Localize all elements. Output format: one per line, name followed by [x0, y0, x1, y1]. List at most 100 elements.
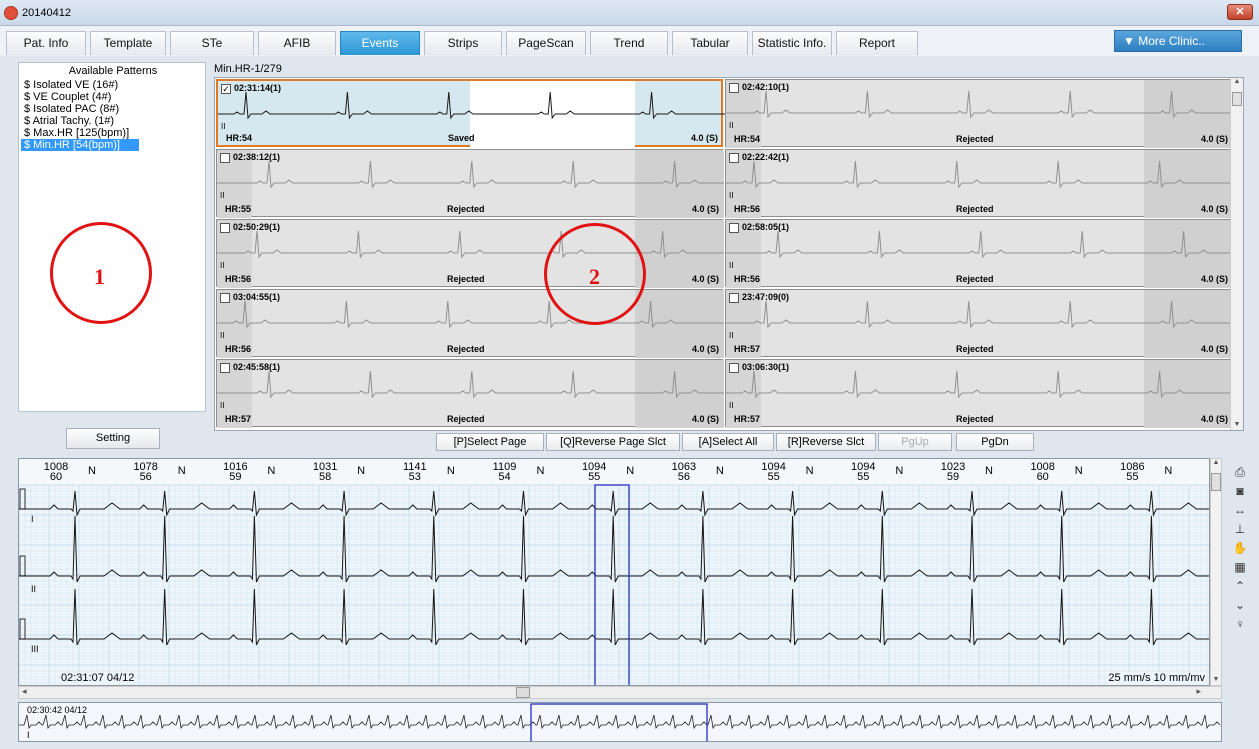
pattern-item[interactable]: $ Min.HR [54(bpm)] — [21, 139, 139, 151]
title-bar: 20140412 ✕ — [0, 0, 1259, 26]
scroll-up-icon[interactable]: ▲ — [1231, 78, 1243, 85]
strip-checkbox[interactable] — [220, 153, 230, 163]
tab-template[interactable]: Template — [90, 31, 166, 55]
strip-checkbox[interactable] — [220, 223, 230, 233]
strip-checkbox[interactable] — [220, 293, 230, 303]
grid-button-q-reverse-page-slct[interactable]: [Q]Reverse Page Slct — [546, 433, 680, 451]
overview-window — [530, 703, 708, 741]
more-clinic-button[interactable]: ▼ More Clinic.. — [1114, 30, 1242, 52]
strip-duration: 4.0 (S) — [691, 414, 719, 424]
tab-pagescan[interactable]: PageScan — [506, 31, 586, 55]
strip-lead-label: II — [220, 191, 225, 200]
beat-type-label: N — [536, 465, 545, 477]
tab-strips[interactable]: Strips — [424, 31, 502, 55]
strip-duration: 4.0 (S) — [1200, 134, 1228, 144]
strip-checkbox[interactable] — [729, 83, 739, 93]
event-strip[interactable]: 02:45:58(1) II HR:57 Rejected 4.0 (S) — [216, 359, 724, 428]
strip-time: 23:47:09(0) — [742, 292, 790, 302]
strip-duration: 4.0 (S) — [691, 274, 719, 284]
setting-button[interactable]: Setting — [66, 428, 160, 449]
overview-strip[interactable]: 02:30:42 04/12 I — [18, 702, 1222, 742]
app-logo-icon — [4, 6, 18, 20]
strip-time: 02:45:58(1) — [233, 362, 281, 372]
pattern-item[interactable]: $ Isolated PAC (8#) — [21, 103, 141, 115]
ecg-scale-label: 25 mm/s 10 mm/mv — [1108, 672, 1205, 684]
strip-checkbox[interactable] — [729, 363, 739, 373]
gain-down-icon[interactable]: ⌄ — [1229, 595, 1251, 615]
strip-duration: 4.0 (S) — [691, 204, 719, 214]
close-button[interactable]: ✕ — [1227, 4, 1253, 20]
scroll-thumb[interactable] — [1211, 473, 1221, 491]
ecg-viewer[interactable]: 1008 60 N 1078 56 N 1016 59 N 1031 58 N 1141 53 N 1109 5… — [18, 458, 1210, 686]
grid-button-pgdn[interactable]: PgDn — [956, 433, 1034, 451]
ecg-horizontal-scrollbar[interactable]: ◂ ▸ — [18, 686, 1222, 699]
strip-lead-label: II — [220, 331, 225, 340]
strip-checkbox[interactable] — [729, 153, 739, 163]
strip-time: 02:50:29(1) — [233, 222, 281, 232]
pattern-item[interactable]: $ Atrial Tachy. (1#) — [21, 115, 141, 127]
caliper-icon[interactable]: ♀ — [1229, 614, 1251, 634]
event-strip[interactable]: 02:42:10(1) II HR:54 Rejected 4.0 (S) — [725, 79, 1233, 148]
annotation-number-2: 2 — [589, 264, 600, 289]
strip-duration: 4.0 (S) — [1200, 274, 1228, 284]
gain-up-icon[interactable]: ⌃ — [1229, 576, 1251, 596]
strip-checkbox[interactable]: ✓ — [221, 84, 231, 94]
event-strip[interactable]: 02:38:12(1) II HR:55 Rejected 4.0 (S) — [216, 149, 724, 218]
tab-report[interactable]: Report — [836, 31, 918, 55]
beat-type-label: N — [177, 465, 186, 477]
event-strip[interactable]: 02:58:05(1) II HR:56 Rejected 4.0 (S) — [725, 219, 1233, 288]
strip-checkbox[interactable] — [729, 293, 739, 303]
strip-status: Rejected — [956, 274, 994, 284]
grid-button-p-select-page[interactable]: [P]Select Page — [436, 433, 544, 451]
beat-hr-label: 58 — [318, 471, 332, 483]
pattern-item[interactable]: $ Isolated VE (16#) — [21, 79, 141, 91]
tab-statistic-info[interactable]: Statistic Info. — [752, 31, 832, 55]
event-strip[interactable]: 03:04:55(1) II HR:56 Rejected 4.0 (S) — [216, 289, 724, 358]
grid-button-r-reverse-slct[interactable]: [R]Reverse Slct — [776, 433, 876, 451]
pattern-item[interactable]: $ Max.HR [125(bpm)] — [21, 127, 141, 139]
tab-trend[interactable]: Trend — [590, 31, 668, 55]
beat-hr-label: 55 — [588, 471, 601, 483]
tab-events[interactable]: Events — [340, 31, 420, 55]
tab-bar: Pat. Info Template STe AFIB Events Strips Page… — [0, 26, 1259, 56]
tab-tabular[interactable]: Tabular — [672, 31, 748, 55]
strip-heart-rate: HR:57 — [734, 344, 761, 354]
tab-afib[interactable]: AFIB — [258, 31, 336, 55]
strip-lead-label: II — [729, 191, 734, 200]
event-strip[interactable]: 23:47:09(0) II HR:57 Rejected 4.0 (S) — [725, 289, 1233, 358]
scroll-up-icon[interactable]: ▲ — [1211, 459, 1221, 466]
strip-lead-label: II — [729, 261, 734, 270]
scroll-left-icon[interactable]: ◂ — [22, 686, 27, 697]
scroll-right-icon[interactable]: ▸ — [1196, 686, 1201, 697]
event-strip[interactable]: ✓ 02:31:14(1) II HR:54 Saved 4.0 (S) — [216, 79, 725, 149]
scroll-down-icon[interactable]: ▼ — [1211, 676, 1221, 683]
settings-icon[interactable]: ▦ — [1229, 557, 1251, 577]
event-strip[interactable]: 03:06:30(1) II HR:57 Rejected 4.0 (S) — [725, 359, 1233, 428]
tab-pat-info[interactable]: Pat. Info — [6, 31, 86, 55]
ecg-vertical-scrollbar[interactable]: ▲ ▼ — [1210, 458, 1222, 686]
event-strip[interactable]: 02:50:29(1) II HR:56 Rejected 4.0 (S) — [216, 219, 724, 288]
beat-hr-label: 53 — [408, 471, 421, 483]
strip-heart-rate: HR:56 — [734, 204, 761, 214]
measure-icon[interactable]: ⊥ — [1229, 519, 1251, 539]
strip-lead-label: II — [220, 401, 225, 410]
hand-icon[interactable]: ✋ — [1229, 538, 1251, 558]
beat-type-label: N — [1074, 465, 1083, 477]
strip-time: 02:38:12(1) — [233, 152, 281, 162]
camera-icon[interactable]: ◙ — [1229, 481, 1251, 501]
strip-checkbox[interactable] — [729, 223, 739, 233]
scroll-thumb[interactable] — [1232, 92, 1242, 106]
printer-icon[interactable]: ⎙ — [1229, 462, 1251, 482]
event-strip[interactable]: 02:22:42(1) II HR:56 Rejected 4.0 (S) — [725, 149, 1233, 218]
strip-status: Rejected — [447, 344, 485, 354]
grid-scrollbar[interactable]: ▲ ▼ — [1230, 78, 1243, 430]
fit-width-icon[interactable]: ↔ — [1229, 500, 1251, 520]
beat-type-label: N — [357, 465, 366, 477]
grid-button-pgup[interactable]: PgUp — [878, 433, 952, 451]
tab-ste[interactable]: STe — [170, 31, 254, 55]
scroll-thumb[interactable] — [516, 687, 530, 698]
pattern-item[interactable]: $ VE Couplet (4#) — [21, 91, 141, 103]
scroll-down-icon[interactable]: ▼ — [1231, 421, 1243, 428]
grid-button-a-select-all[interactable]: [A]Select All — [682, 433, 774, 451]
strip-checkbox[interactable] — [220, 363, 230, 373]
